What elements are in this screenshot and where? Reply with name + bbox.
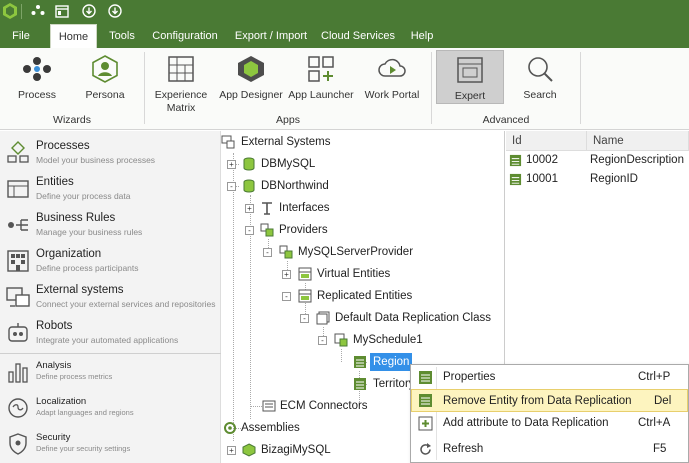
menu-item-remove-entity[interactable]: Remove Entity from Data Replication Del — [411, 389, 688, 412]
replication-class-icon — [316, 311, 330, 325]
processes-icon — [6, 141, 30, 165]
collapse-icon[interactable]: - — [300, 314, 309, 323]
schedule-icon — [334, 333, 348, 347]
nav-item-localization[interactable]: Localization Adapt languages and regions — [0, 392, 221, 428]
table-row[interactable]: 10001 RegionID — [506, 170, 689, 189]
download-icon[interactable] — [107, 3, 123, 19]
entities-icon — [6, 177, 30, 201]
work-portal-icon — [377, 54, 407, 84]
robots-icon — [6, 321, 30, 345]
app-designer-icon — [236, 54, 266, 84]
entity-icon — [353, 377, 367, 391]
nav-item-external-systems[interactable]: External systems Connect your external s… — [0, 281, 221, 317]
window-icon[interactable] — [54, 3, 70, 19]
download-icon[interactable] — [81, 3, 97, 19]
app-designer-button[interactable]: App Designer — [216, 50, 286, 102]
context-menu: Properties Ctrl+P Remove Entity from Dat… — [410, 364, 689, 463]
menu-bar: File Home Tools Configuration Export / I… — [0, 24, 689, 49]
assemblies-icon — [223, 421, 237, 435]
database-icon — [242, 157, 256, 171]
collapse-icon[interactable]: - — [263, 248, 272, 257]
search-button[interactable]: Search — [512, 50, 568, 102]
menu-item-refresh[interactable]: Refresh F5 — [411, 438, 688, 461]
tab-export-import[interactable]: Export / Import — [231, 24, 311, 48]
dots-icon[interactable] — [30, 3, 46, 19]
matrix-icon — [166, 54, 196, 84]
column-header-id[interactable]: Id — [506, 131, 587, 151]
process-icon — [22, 54, 52, 84]
collapse-icon[interactable]: - — [282, 292, 291, 301]
expert-button[interactable]: Expert — [436, 50, 504, 104]
expert-icon — [455, 55, 485, 85]
add-attribute-icon — [418, 416, 433, 431]
process-button[interactable]: Process — [10, 50, 64, 102]
persona-icon — [90, 54, 120, 84]
nav-item-analysis[interactable]: Analysis Define process metrics — [0, 356, 221, 392]
external-systems-icon — [221, 135, 235, 149]
ecm-icon — [262, 399, 276, 413]
nav-item-business-rules[interactable]: Business Rules Manage your business rule… — [0, 209, 221, 245]
group-label-advanced: Advanced — [482, 114, 530, 126]
nav-item-security[interactable]: Security Define your security settings — [0, 428, 221, 463]
attribute-icon — [509, 173, 523, 187]
nav-item-processes[interactable]: Processes Model your business processes — [0, 137, 221, 173]
nav-item-organization[interactable]: Organization Define process participants — [0, 245, 221, 281]
tree-node-region-label: Region — [370, 353, 413, 371]
assembly-icon — [242, 443, 256, 457]
table-row[interactable]: 10002 RegionDescription — [506, 151, 689, 170]
attribute-icon — [509, 154, 523, 168]
persona-button[interactable]: Persona — [76, 50, 134, 102]
tab-tools[interactable]: Tools — [101, 24, 143, 48]
group-label-apps: Apps — [276, 114, 300, 126]
external-systems-icon — [6, 285, 30, 309]
refresh-icon — [418, 442, 433, 457]
business-rules-icon — [6, 213, 30, 237]
database-icon — [242, 179, 256, 193]
tab-file[interactable]: File — [4, 24, 38, 48]
interface-icon — [260, 201, 274, 215]
entity-icon — [353, 355, 367, 369]
bizagi-logo-icon — [2, 3, 18, 19]
virtual-entities-icon — [298, 267, 312, 281]
properties-icon — [418, 370, 433, 385]
organization-icon — [6, 249, 30, 273]
security-icon — [6, 432, 30, 456]
left-navigation: Processes Model your business processes … — [0, 131, 221, 463]
tab-home[interactable]: Home — [50, 24, 97, 49]
expand-icon[interactable]: + — [227, 446, 236, 455]
localization-icon — [6, 396, 30, 420]
tab-cloud-services[interactable]: Cloud Services — [320, 24, 396, 48]
provider-icon — [279, 245, 293, 259]
work-portal-button[interactable]: Work Portal — [362, 50, 422, 102]
experience-matrix-button[interactable]: Experience Matrix — [152, 50, 210, 115]
expand-icon[interactable]: + — [282, 270, 291, 279]
search-icon — [525, 54, 555, 84]
ribbon: Process Persona Wizards Experience Matri… — [0, 48, 689, 130]
title-bar — [0, 0, 689, 24]
menu-item-add-attribute[interactable]: Add attribute to Data Replication Ctrl+A — [411, 412, 688, 435]
analysis-icon — [6, 360, 30, 384]
menu-item-properties[interactable]: Properties Ctrl+P — [411, 366, 688, 389]
column-header-name[interactable]: Name — [587, 131, 689, 151]
replicated-entities-icon — [298, 289, 312, 303]
nav-item-robots[interactable]: Robots Integrate your automated applicat… — [0, 317, 221, 353]
tab-help[interactable]: Help — [405, 24, 439, 48]
expand-icon[interactable]: + — [245, 204, 254, 213]
expand-icon[interactable]: + — [227, 160, 236, 169]
app-launcher-icon — [306, 54, 336, 84]
collapse-icon[interactable]: - — [318, 336, 327, 345]
collapse-icon[interactable]: - — [227, 182, 236, 191]
remove-entity-icon — [418, 393, 433, 408]
nav-item-entities[interactable]: Entities Define your process data — [0, 173, 221, 209]
group-label-wizards: Wizards — [53, 114, 91, 126]
providers-icon — [260, 223, 274, 237]
tab-configuration[interactable]: Configuration — [148, 24, 222, 48]
app-launcher-button[interactable]: App Launcher — [287, 50, 355, 102]
collapse-icon[interactable]: - — [245, 226, 254, 235]
